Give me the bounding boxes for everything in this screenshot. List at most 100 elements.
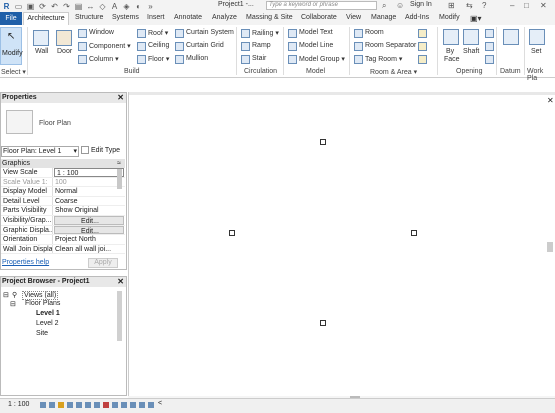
sun-path-icon[interactable]: [58, 402, 64, 408]
elevation-marker-west[interactable]: [229, 230, 235, 236]
by-face-button[interactable]: By: [446, 48, 454, 55]
room-area-panel-label[interactable]: Room & Area ▾: [370, 68, 417, 76]
door-icon[interactable]: [56, 30, 72, 46]
close-view-icon[interactable]: ✕: [547, 96, 554, 105]
parts-visibility-value[interactable]: Show Original: [53, 206, 125, 215]
room-separator-button[interactable]: Room Separator: [365, 42, 416, 49]
tab-view[interactable]: View: [346, 14, 361, 21]
wall-icon[interactable]: [33, 30, 49, 46]
close-icon[interactable]: ✕: [117, 277, 124, 287]
elevation-marker-north[interactable]: [320, 139, 326, 145]
curtain-system-button[interactable]: Curtain System: [186, 29, 234, 36]
detail-level-value[interactable]: Coarse: [53, 197, 125, 206]
elevation-marker-east[interactable]: [411, 230, 417, 236]
tab-architecture[interactable]: Architecture: [23, 12, 69, 25]
crop-view-icon[interactable]: [76, 402, 82, 408]
tree-floor-plans[interactable]: Floor Plans: [25, 300, 60, 307]
room-button[interactable]: Room: [365, 29, 384, 36]
drawing-canvas[interactable]: ✕: [128, 92, 555, 396]
shadows-icon[interactable]: [67, 402, 73, 408]
set-button[interactable]: Set: [531, 48, 542, 55]
analytical-model-icon[interactable]: [130, 402, 136, 408]
close-icon[interactable]: ✕: [540, 1, 547, 10]
sign-in-link[interactable]: Sign In: [410, 1, 432, 8]
component-button[interactable]: Component ▾: [89, 42, 131, 50]
select-panel-label[interactable]: Select ▾: [1, 68, 26, 76]
model-line-button[interactable]: Model Line: [299, 42, 333, 49]
properties-help-link[interactable]: Properties help: [2, 259, 49, 266]
floor-button[interactable]: Floor ▾: [148, 55, 169, 63]
open-icon[interactable]: ▭: [14, 2, 23, 11]
highlight-displacement-icon[interactable]: [139, 402, 145, 408]
binoculars-icon[interactable]: ⌕: [382, 1, 386, 11]
modify-button[interactable]: ↖ Modify: [0, 27, 23, 65]
mullion-button[interactable]: Mullion: [186, 55, 208, 62]
tree-level-1[interactable]: Level 1: [36, 310, 60, 317]
tab-massing-site[interactable]: Massing & Site: [246, 14, 293, 21]
sync-icon[interactable]: ⟳: [38, 2, 47, 11]
elevation-marker-south[interactable]: [320, 320, 326, 326]
user-icon[interactable]: ☺: [396, 1, 404, 10]
chevron-left-icon[interactable]: <: [158, 400, 162, 407]
tab-manage[interactable]: Manage: [371, 14, 396, 21]
reveal-hidden-icon[interactable]: [112, 402, 118, 408]
maximize-icon[interactable]: □: [524, 1, 529, 10]
measure-icon[interactable]: ↔: [86, 2, 95, 11]
exchange-icon[interactable]: ⇆: [466, 1, 473, 10]
help-icon[interactable]: ?: [482, 1, 486, 10]
area-icon[interactable]: [418, 29, 427, 38]
tree-views-all[interactable]: Views (all): [22, 291, 59, 300]
wall-join-value[interactable]: Clean all wall joi...: [53, 245, 125, 254]
close-icon[interactable]: ✕: [117, 93, 124, 103]
view-scale-field[interactable]: 1 : 100: [54, 168, 124, 177]
window-button[interactable]: Window: [89, 29, 114, 36]
section-icon[interactable]: ◐: [134, 2, 143, 11]
revit-logo-icon[interactable]: R: [2, 2, 11, 11]
column-button[interactable]: Column ▾: [89, 55, 119, 63]
tab-systems[interactable]: Systems: [112, 14, 139, 21]
temporary-hide-icon[interactable]: [103, 402, 109, 408]
show-crop-region-icon[interactable]: [85, 402, 91, 408]
by-face-icon[interactable]: [443, 29, 459, 45]
model-text-button[interactable]: Model Text: [299, 29, 333, 36]
ceiling-button[interactable]: Ceiling: [148, 42, 169, 49]
visibility-edit-button[interactable]: Edit...: [54, 215, 124, 225]
cart-icon[interactable]: ⊞: [448, 1, 455, 10]
dormer-opening-icon[interactable]: [485, 55, 494, 64]
level-icon[interactable]: [503, 29, 519, 45]
view-scale-button[interactable]: 1 : 100: [8, 401, 29, 408]
tab-collaborate[interactable]: Collaborate: [301, 14, 337, 21]
more-icon[interactable]: »: [146, 2, 155, 11]
tag-icon[interactable]: ◇: [98, 2, 107, 11]
browser-scrollbar[interactable]: [117, 291, 122, 341]
visual-style-icon[interactable]: [49, 402, 55, 408]
tag-room-button[interactable]: Tag Room ▾: [365, 55, 402, 63]
vertical-opening-icon[interactable]: [485, 42, 494, 51]
lock-3d-icon[interactable]: [94, 402, 100, 408]
apply-button[interactable]: Apply: [88, 258, 118, 268]
tab-file[interactable]: File: [0, 12, 22, 25]
vertical-scrollbar[interactable]: [547, 242, 553, 252]
detail-level-icon[interactable]: [40, 402, 46, 408]
print-icon[interactable]: ▤: [74, 2, 83, 11]
door-button[interactable]: Door: [57, 48, 72, 55]
graphic-display-edit-button[interactable]: Edit...: [54, 225, 124, 235]
shaft-icon[interactable]: [463, 29, 479, 45]
tab-annotate[interactable]: Annotate: [174, 14, 202, 21]
tab-add-ins[interactable]: Add-Ins: [405, 14, 429, 21]
wall-button[interactable]: Wall: [35, 48, 48, 55]
set-workplane-icon[interactable]: [529, 29, 545, 45]
tab-analyze[interactable]: Analyze: [212, 14, 237, 21]
display-model-value[interactable]: Normal: [53, 187, 125, 196]
minimize-icon[interactable]: –: [510, 1, 514, 10]
save-icon[interactable]: ▣: [26, 2, 35, 11]
collapse-icon[interactable]: ⊟: [3, 291, 9, 299]
railing-button[interactable]: Railing ▾: [252, 29, 279, 37]
search-input[interactable]: Type a keyword or phrase: [266, 1, 377, 10]
collapse-icon[interactable]: ⊟: [10, 300, 16, 308]
orientation-value[interactable]: Project North: [53, 235, 125, 244]
constraints-icon[interactable]: [148, 402, 154, 408]
tag-area-icon[interactable]: [418, 55, 427, 64]
area-boundary-icon[interactable]: [418, 42, 427, 51]
tab-modify[interactable]: Modify: [439, 14, 460, 21]
